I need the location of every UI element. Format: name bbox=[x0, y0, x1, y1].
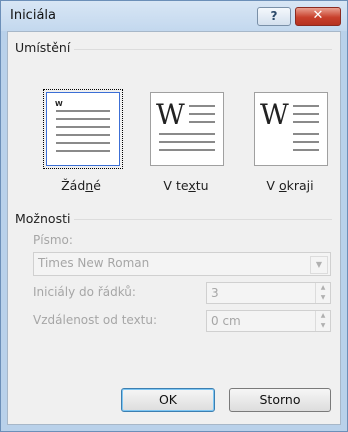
drop-cap-letter-icon: W bbox=[260, 98, 289, 131]
text-line bbox=[159, 141, 215, 143]
distance-value: 0 cm bbox=[211, 314, 241, 328]
text-line bbox=[56, 126, 110, 128]
ok-button[interactable]: OK bbox=[121, 388, 215, 412]
placement-in-margin-label: V okraji bbox=[266, 178, 314, 193]
lines-value: 3 bbox=[211, 286, 219, 300]
font-select-value: Times New Roman bbox=[38, 256, 150, 270]
chevron-up-icon[interactable]: ▲ bbox=[315, 311, 330, 321]
dialog-window: Iniciála ? ✕ Umístění W W W Žádné V text… bbox=[0, 0, 348, 432]
text-line bbox=[293, 149, 319, 151]
text-line bbox=[293, 141, 319, 143]
chevron-up-icon[interactable]: ▲ bbox=[315, 283, 330, 293]
help-icon: ? bbox=[270, 9, 278, 23]
help-button[interactable]: ? bbox=[257, 7, 291, 26]
text-line bbox=[56, 142, 110, 144]
title-bar[interactable]: Iniciála ? ✕ bbox=[1, 1, 347, 31]
text-line bbox=[293, 121, 319, 123]
placement-none-option[interactable]: W bbox=[43, 89, 123, 169]
text-line bbox=[293, 133, 319, 135]
chevron-down-icon[interactable]: ▼ bbox=[315, 321, 330, 331]
text-line bbox=[159, 133, 215, 135]
distance-label: Vzdálenost od textu: bbox=[33, 313, 158, 327]
chevron-down-icon[interactable]: ▼ bbox=[310, 256, 328, 274]
font-select[interactable]: Times New Roman ▼ bbox=[33, 252, 331, 276]
text-line bbox=[189, 105, 215, 107]
placement-in-text-label: V textu bbox=[163, 178, 209, 193]
placement-group-label: Umístění bbox=[15, 40, 75, 55]
small-initial-icon: W bbox=[55, 100, 63, 108]
cancel-button[interactable]: Storno bbox=[229, 388, 331, 412]
placement-none-label: Žádné bbox=[61, 178, 101, 193]
font-label: Písmo: bbox=[33, 233, 73, 247]
placement-in-margin-option[interactable]: W bbox=[254, 92, 328, 166]
text-line bbox=[189, 113, 215, 115]
placement-in-text-option[interactable]: W bbox=[150, 92, 224, 166]
close-button[interactable]: ✕ bbox=[295, 7, 341, 26]
text-line bbox=[189, 121, 215, 123]
text-line bbox=[293, 113, 319, 115]
chevron-down-icon[interactable]: ▼ bbox=[315, 293, 330, 303]
dialog-title: Iniciála bbox=[10, 8, 56, 23]
close-icon: ✕ bbox=[312, 8, 324, 23]
options-group-label: Možnosti bbox=[15, 211, 75, 226]
text-line bbox=[159, 149, 215, 151]
text-line bbox=[56, 134, 110, 136]
text-line bbox=[293, 105, 319, 107]
distance-spinner[interactable]: 0 cm ▲ ▼ bbox=[206, 310, 331, 332]
lines-label: Iniciály do řádků: bbox=[33, 285, 136, 299]
drop-cap-letter-icon: W bbox=[156, 98, 185, 131]
text-line bbox=[56, 150, 110, 152]
lines-spinner[interactable]: 3 ▲ ▼ bbox=[206, 282, 331, 304]
text-line bbox=[56, 118, 110, 120]
text-line bbox=[56, 110, 110, 112]
dialog-client-area: Umístění W W W Žádné V textu V okraji Mo… bbox=[7, 31, 341, 425]
